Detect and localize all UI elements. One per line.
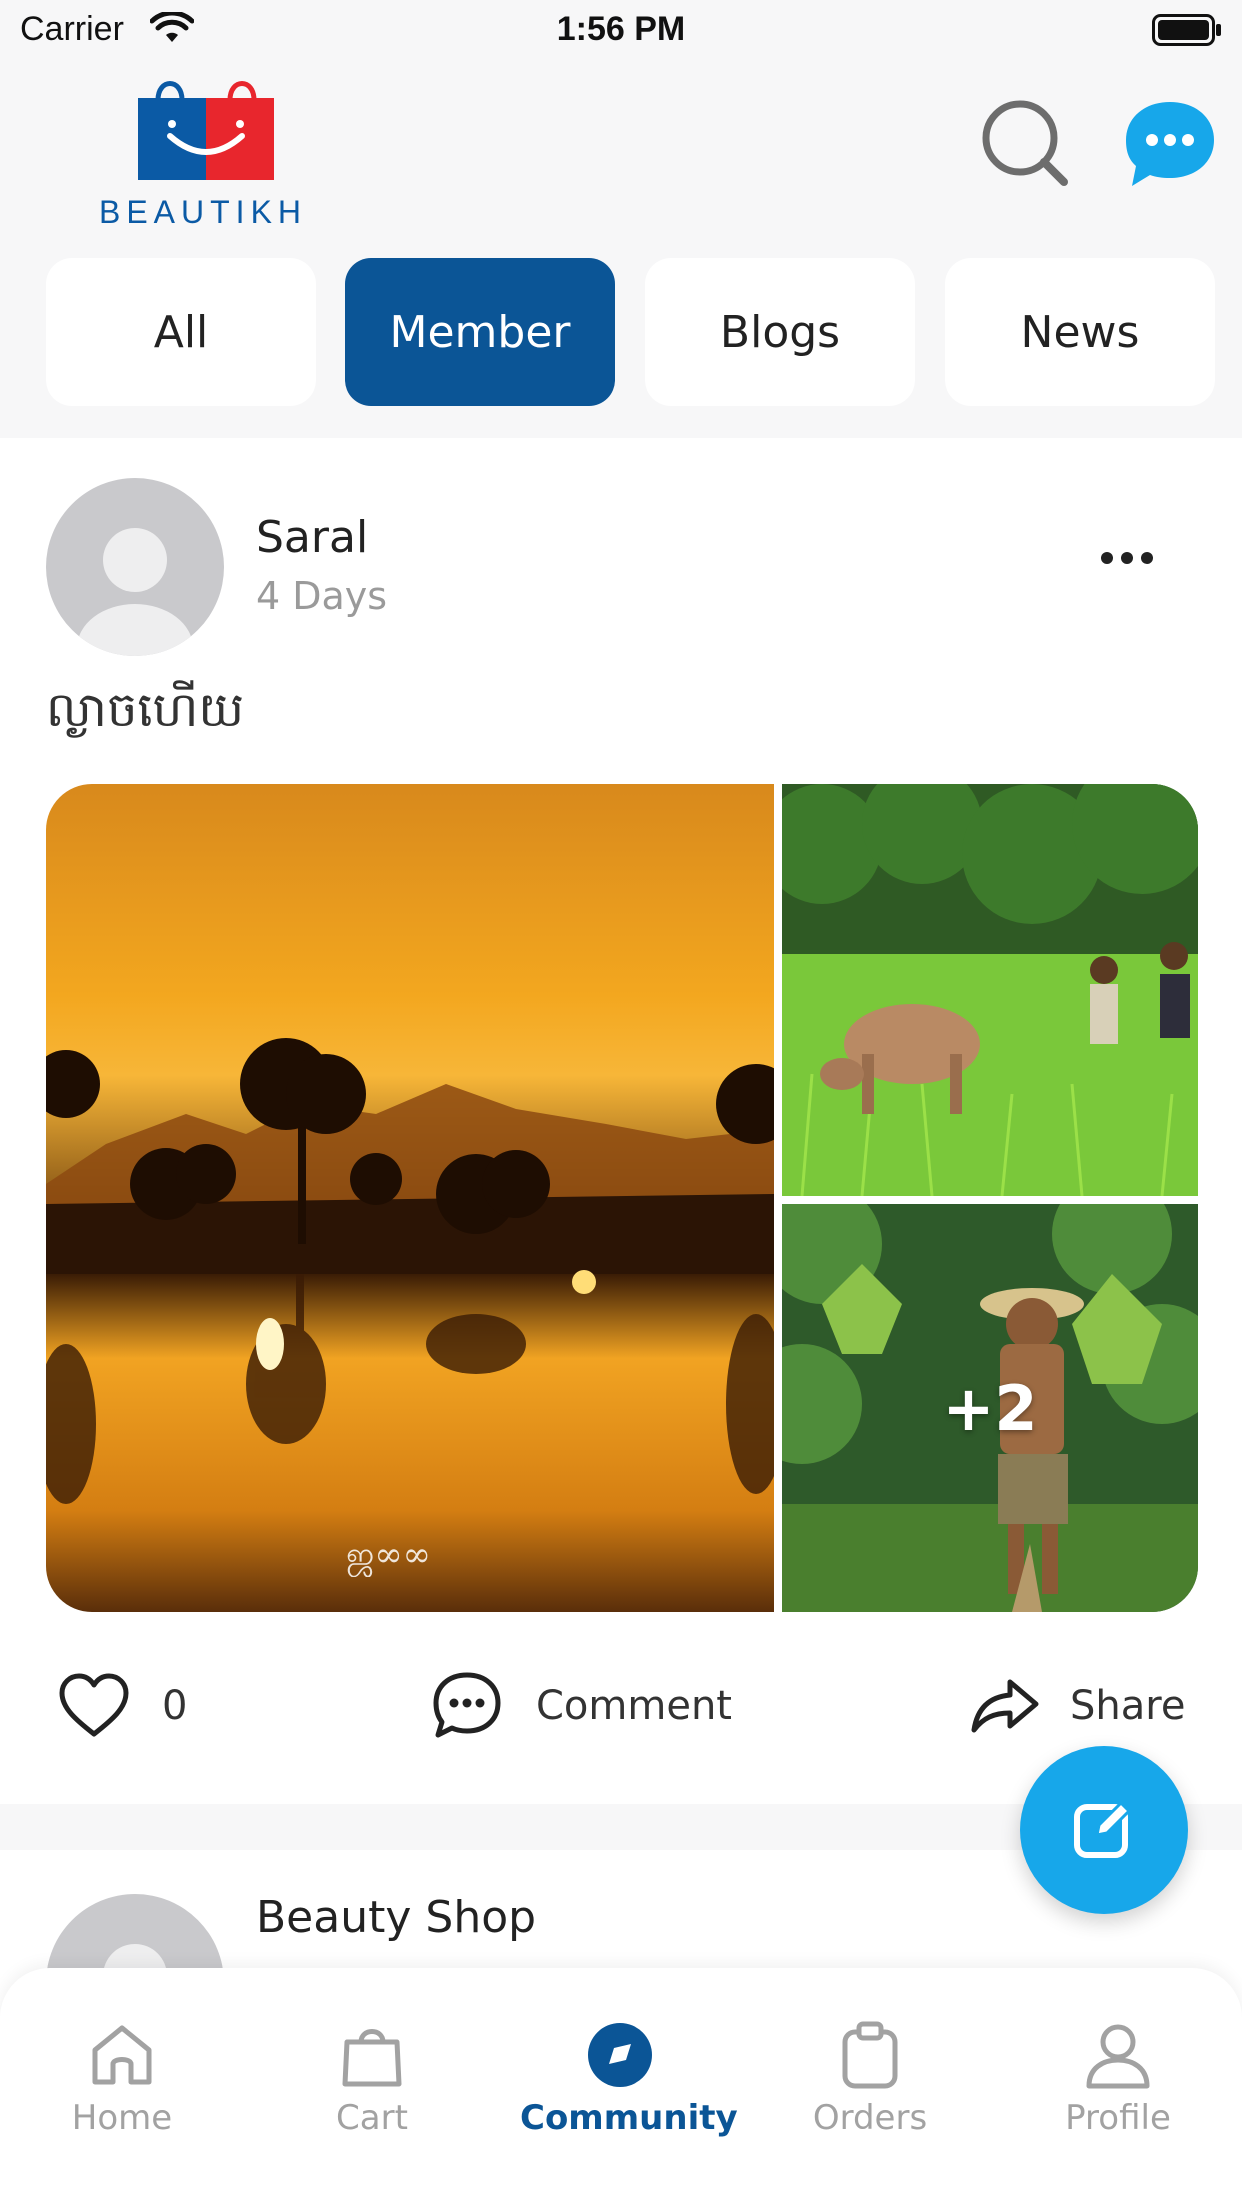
- post-time: 4 Days: [256, 574, 388, 618]
- nav-profile[interactable]: Profile: [1018, 2020, 1218, 2160]
- tab-news[interactable]: News: [945, 258, 1215, 406]
- nav-home-label: Home: [71, 2098, 173, 2138]
- like-button[interactable]: 0: [56, 1666, 187, 1746]
- battery-icon: [1152, 14, 1221, 46]
- nav-home[interactable]: Home: [22, 2020, 222, 2160]
- tab-member[interactable]: Member: [345, 258, 615, 406]
- comment-icon: [433, 1672, 501, 1738]
- tab-all[interactable]: All: [46, 258, 316, 406]
- avatar[interactable]: [46, 478, 224, 656]
- community-icon: [588, 2023, 652, 2087]
- bag-icon: [342, 2029, 402, 2087]
- share-label: Share: [1070, 1683, 1186, 1729]
- chat-bubble-icon[interactable]: [1122, 98, 1218, 188]
- shopping-bag-logo-icon: [138, 81, 274, 180]
- comment-label: Comment: [536, 1683, 732, 1729]
- post-card: Saral 4 Days ល្ងាចហើយ ஜ∞∞ +2 0 Comment S…: [0, 438, 1242, 1804]
- edit-icon: [1074, 1800, 1132, 1858]
- photo-gallery: ஜ∞∞ +2: [46, 784, 1198, 1612]
- post-caption: ល្ងាចហើយ: [46, 682, 245, 738]
- nav-profile-label: Profile: [1065, 2098, 1171, 2138]
- more-photos-count: +2: [942, 1371, 1038, 1445]
- more-options-icon[interactable]: [1090, 538, 1164, 578]
- default-avatar-icon: [77, 528, 193, 656]
- nav-orders[interactable]: Orders: [770, 2020, 970, 2160]
- filter-tabs: All Member Blogs News: [0, 256, 1242, 406]
- nav-community-label: Community: [520, 2098, 738, 2138]
- nav-community[interactable]: Community: [520, 2020, 738, 2160]
- share-button[interactable]: Share: [970, 1666, 1185, 1746]
- share-icon: [971, 1679, 1039, 1733]
- beautikh-logo[interactable]: BEAUTIKH: [88, 68, 318, 238]
- search-icon[interactable]: [980, 98, 1070, 188]
- nav-cart[interactable]: Cart: [272, 2020, 472, 2160]
- brand-name: BEAUTIKH: [98, 194, 308, 230]
- post-actions: 0 Comment Share: [0, 1658, 1242, 1758]
- heart-icon: [59, 1673, 129, 1737]
- comment-button[interactable]: Comment: [432, 1666, 732, 1746]
- home-icon: [92, 2025, 152, 2085]
- clock: 1:56 PM: [556, 10, 686, 48]
- clipboard-icon: [842, 2021, 898, 2089]
- nav-cart-label: Cart: [336, 2098, 408, 2138]
- post-author[interactable]: Saral: [256, 512, 368, 563]
- cow-rice-field-photo[interactable]: [782, 784, 1198, 1196]
- status-bar: Carrier 1:56 PM: [0, 0, 1242, 62]
- sunset-lake-photo[interactable]: ஜ∞∞: [46, 784, 774, 1612]
- nav-orders-label: Orders: [812, 2098, 928, 2138]
- more-photos-tile[interactable]: +2: [742, 1174, 1198, 1612]
- app-header: BEAUTIKH: [0, 62, 1242, 238]
- post-author[interactable]: Beauty Shop: [256, 1892, 536, 1943]
- user-icon: [1086, 2024, 1150, 2089]
- svg-text:ஜ∞∞: ஜ∞∞: [346, 1535, 431, 1577]
- create-post-button[interactable]: [1020, 1746, 1188, 1914]
- tab-blogs[interactable]: Blogs: [645, 258, 915, 406]
- like-count: 0: [162, 1683, 188, 1729]
- bottom-navigation: Home Cart Community Orders Profile: [0, 1968, 1242, 2208]
